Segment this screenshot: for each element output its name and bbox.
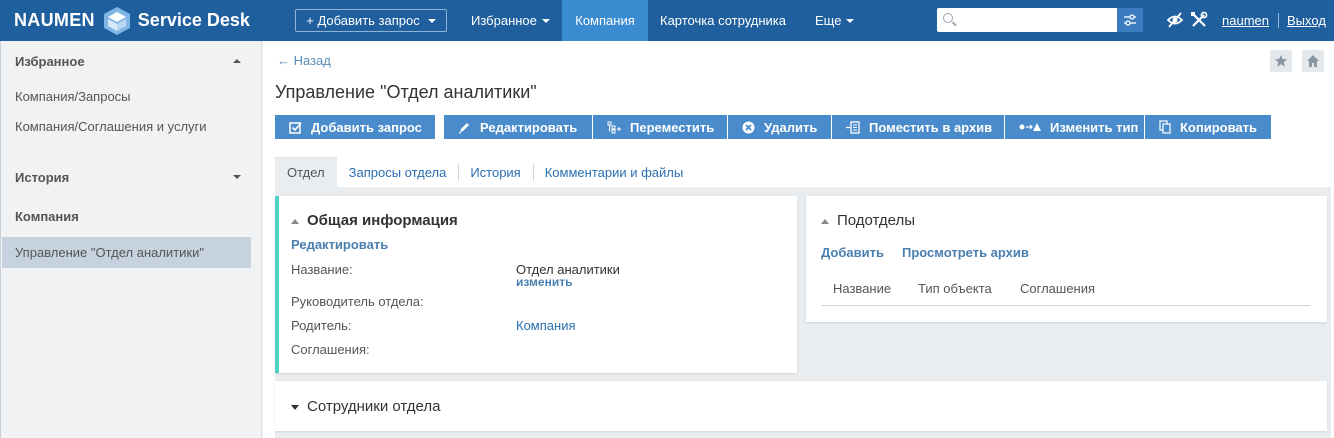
delete-label: Удалить xyxy=(764,119,818,135)
add-request-toolbar-label: Добавить запрос xyxy=(311,119,422,135)
tab-department[interactable]: Отдел xyxy=(275,157,337,187)
change-type-button[interactable]: Изменить тип xyxy=(1005,115,1144,139)
employees-title-text: Сотрудники отдела xyxy=(307,398,441,415)
expand-icon xyxy=(291,404,299,410)
collapse-icon xyxy=(291,218,299,224)
copy-button[interactable]: Копировать xyxy=(1145,115,1271,139)
employees-card: Сотрудники отдела xyxy=(275,381,1327,431)
sidebar-history-item[interactable]: Компания xyxy=(15,209,235,224)
archive-icon xyxy=(846,120,860,134)
back-link[interactable]: ← Назад xyxy=(277,53,331,68)
add-request-toolbar-button[interactable]: Добавить запрос xyxy=(275,115,435,139)
sidebar-history-item-active[interactable]: Управление "Отдел аналитики" xyxy=(15,245,235,260)
sidebar-favorites-title[interactable]: Избранное xyxy=(15,54,85,69)
back-label: Назад xyxy=(293,53,331,68)
tab-bar: Отдел Запросы отдела История Комментарии… xyxy=(275,157,695,187)
tab-department-requests[interactable]: Запросы отдела xyxy=(337,157,459,187)
view-archive-link[interactable]: Просмотреть архив xyxy=(902,245,1029,260)
home-icon xyxy=(1307,55,1319,67)
chevron-down-icon xyxy=(427,18,436,23)
sidebar-favorite-item[interactable]: Компания/Соглашения и услуги xyxy=(15,119,215,134)
logo-service-desk-text: Service Desk xyxy=(137,10,250,30)
nav-more[interactable]: Еще xyxy=(803,0,866,41)
chevron-down-icon xyxy=(846,18,855,23)
sidebar: Избранное Компания/Запросы Компания/Согл… xyxy=(0,41,262,438)
nav-employee-card-label: Карточка сотрудника xyxy=(660,13,787,28)
copy-icon xyxy=(1159,120,1171,134)
checkbox-icon xyxy=(289,121,302,134)
divider xyxy=(1278,13,1279,28)
sidebar-history-title[interactable]: История xyxy=(15,170,69,185)
logout-link[interactable]: Выход xyxy=(1287,13,1326,28)
delete-circle-icon xyxy=(742,121,755,133)
name-label: Название: xyxy=(291,262,353,277)
logo-cube-icon xyxy=(103,6,130,35)
action-toolbar: Добавить запрос Редактировать Переместит… xyxy=(275,115,1272,139)
sliders-icon xyxy=(1124,14,1136,26)
nav-company-label: Компания xyxy=(575,13,635,28)
chevron-down-icon xyxy=(541,18,550,23)
move-tree-icon xyxy=(607,121,621,133)
user-link[interactable]: naumen xyxy=(1222,13,1269,28)
nav-more-label: Еще xyxy=(815,13,842,28)
main-content: ← Назад Управление "Отдел аналитики" Доб… xyxy=(263,41,1334,438)
agreements-label: Соглашения: xyxy=(291,342,370,357)
change-type-label: Изменить тип xyxy=(1050,119,1139,135)
logo[interactable]: NAUMEN Service Desk xyxy=(14,0,250,41)
add-request-label: + Добавить запрос xyxy=(306,13,420,28)
move-button[interactable]: Переместить xyxy=(593,115,727,139)
nav-favorites-label: Избранное xyxy=(471,13,537,28)
tab-comments-files[interactable]: Комментарии и файлы xyxy=(532,157,695,187)
chevron-down-icon[interactable] xyxy=(233,175,241,179)
search-icon xyxy=(943,13,953,23)
chevron-up-icon[interactable] xyxy=(233,59,241,63)
add-subdivision-link[interactable]: Добавить xyxy=(821,245,884,260)
nav-company[interactable]: Компания xyxy=(562,0,648,41)
subdivisions-title-text: Подотделы xyxy=(837,212,916,229)
search-input[interactable] xyxy=(959,11,1109,29)
search-box xyxy=(937,8,1117,32)
table-divider xyxy=(821,305,1310,306)
delete-button[interactable]: Удалить xyxy=(728,115,831,139)
nav-favorites[interactable]: Избранное xyxy=(459,0,562,41)
page-title: Управление "Отдел аналитики" xyxy=(275,82,537,102)
archive-label: Поместить в архив xyxy=(869,119,993,135)
subdivisions-card: Подотделы Добавить Просмотреть архив Наз… xyxy=(806,196,1327,322)
search-filter-button[interactable] xyxy=(1117,8,1143,32)
parent-link[interactable]: Компания xyxy=(516,318,576,333)
edit-label: Редактировать xyxy=(480,119,578,135)
pencil-icon xyxy=(458,122,469,134)
top-bar: NAUMEN Service Desk + Добавить запрос Из… xyxy=(0,0,1334,41)
general-info-title[interactable]: Общая информация xyxy=(291,212,458,229)
tools-icon[interactable] xyxy=(1190,11,1208,29)
general-info-card: Общая информация Редактировать Название:… xyxy=(275,196,797,373)
add-request-button[interactable]: + Добавить запрос xyxy=(295,9,447,32)
sidebar-favorite-item[interactable]: Компания/Запросы xyxy=(15,89,235,104)
edit-button[interactable]: Редактировать xyxy=(444,115,592,139)
column-header-type[interactable]: Тип объекта xyxy=(918,281,992,296)
change-type-icon xyxy=(1019,123,1041,131)
parent-label: Родитель: xyxy=(291,318,352,333)
copy-label: Копировать xyxy=(1180,119,1258,135)
general-edit-link[interactable]: Редактировать xyxy=(291,237,388,252)
tab-history[interactable]: История xyxy=(458,157,532,187)
column-header-name[interactable]: Название xyxy=(833,281,891,296)
general-info-title-text: Общая информация xyxy=(307,212,458,229)
column-header-agreements[interactable]: Соглашения xyxy=(1020,281,1095,296)
archive-button[interactable]: Поместить в архив xyxy=(832,115,1004,139)
subdivisions-title[interactable]: Подотделы xyxy=(821,212,915,229)
nav-employee-card[interactable]: Карточка сотрудника xyxy=(648,0,798,41)
head-label: Руководитель отдела: xyxy=(291,294,424,309)
collapse-icon xyxy=(821,218,829,224)
eye-slash-icon[interactable] xyxy=(1166,11,1184,29)
logo-naumen-text: NAUMEN xyxy=(14,10,95,30)
star-icon xyxy=(1275,55,1287,67)
move-label: Переместить xyxy=(630,119,715,135)
favorite-star-button[interactable] xyxy=(1270,50,1292,72)
change-name-link[interactable]: изменить xyxy=(516,275,572,289)
home-button[interactable] xyxy=(1302,50,1324,72)
employees-title[interactable]: Сотрудники отдела xyxy=(291,398,441,415)
